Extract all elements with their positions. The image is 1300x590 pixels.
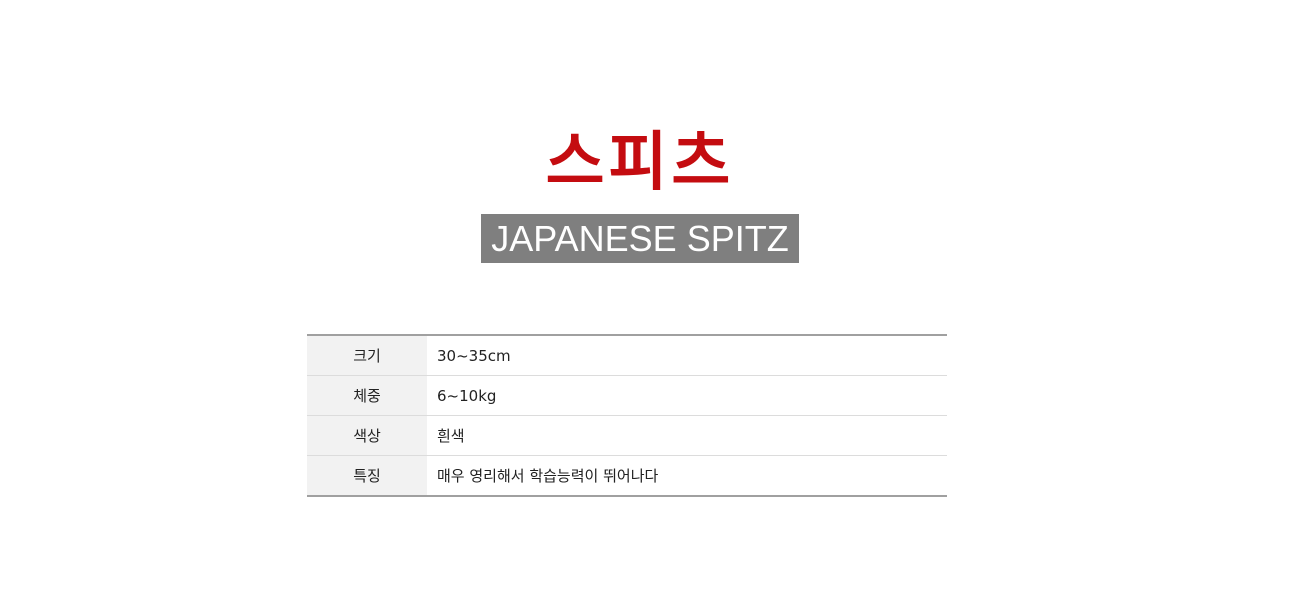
table-row: 체중 6~10kg bbox=[307, 375, 947, 416]
table-row: 특징 매우 영리해서 학습능력이 뛰어나다 bbox=[307, 455, 947, 496]
spec-value: 6~10kg bbox=[427, 375, 947, 416]
spec-label: 특징 bbox=[307, 455, 427, 496]
breed-title: 스피츠 bbox=[545, 126, 735, 200]
spec-value: 매우 영리해서 학습능력이 뛰어나다 bbox=[427, 455, 947, 496]
spec-label: 체중 bbox=[307, 375, 427, 416]
spec-table: 크기 30~35cm 체중 6~10kg 색상 흰색 특징 매우 영리해서 학습… bbox=[307, 334, 947, 497]
breed-english-name: JAPANESE SPITZ bbox=[481, 214, 799, 263]
subtitle-container: JAPANESE SPITZ bbox=[0, 214, 1280, 263]
spec-label: 색상 bbox=[307, 415, 427, 456]
spec-label: 크기 bbox=[307, 335, 427, 376]
spec-value: 30~35cm bbox=[427, 335, 947, 376]
table-row: 색상 흰색 bbox=[307, 415, 947, 456]
spec-value: 흰색 bbox=[427, 415, 947, 456]
table-row: 크기 30~35cm bbox=[307, 335, 947, 376]
